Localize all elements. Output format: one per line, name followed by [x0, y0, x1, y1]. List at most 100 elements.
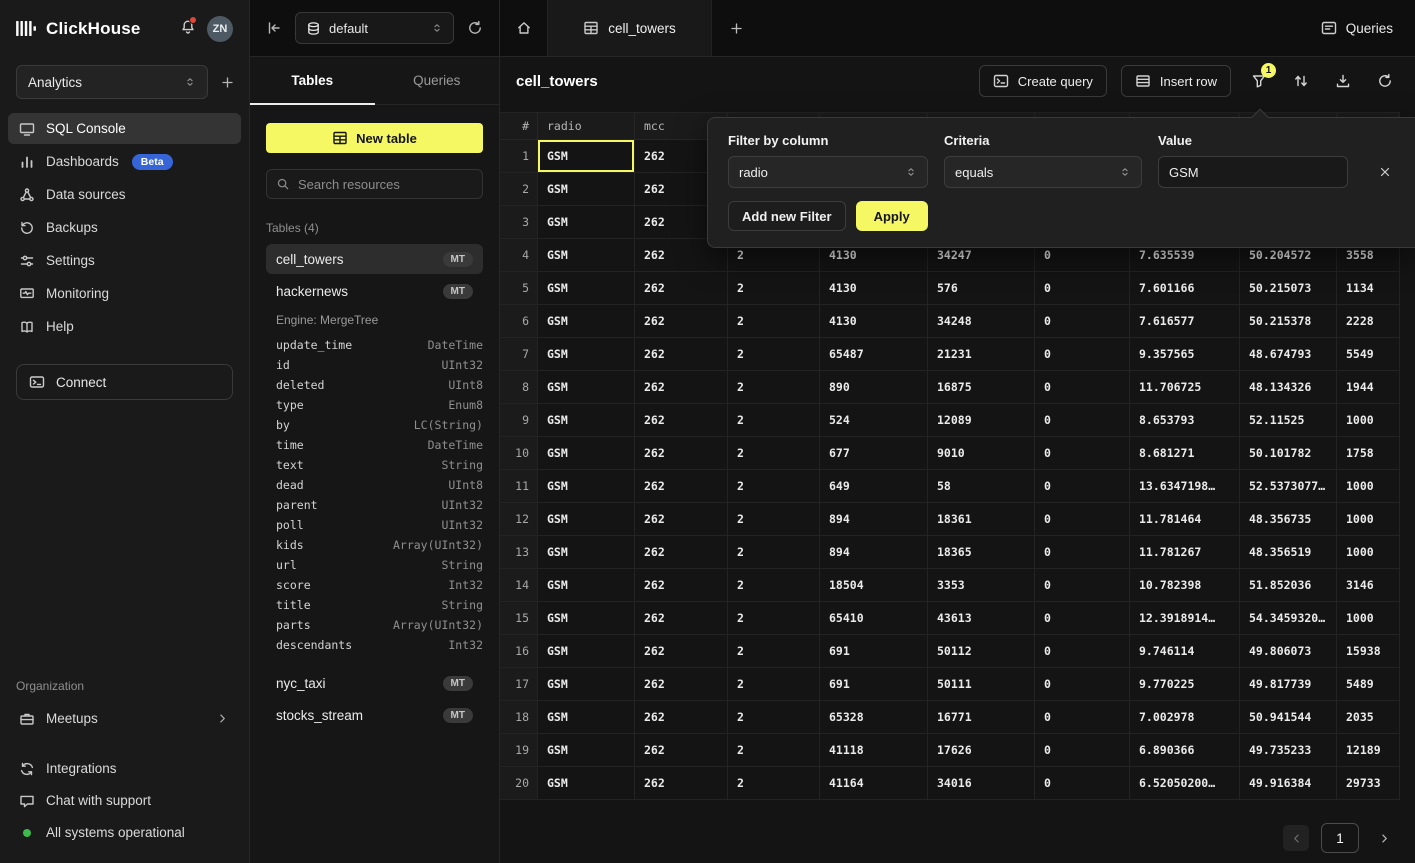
data-cell[interactable]: 21231 — [928, 338, 1035, 370]
data-cell[interactable]: 0 — [1035, 602, 1130, 634]
data-cell[interactable]: 29733 — [1337, 767, 1400, 799]
filter-column-select[interactable]: radio — [728, 156, 928, 188]
data-cell[interactable]: 1000 — [1337, 470, 1400, 502]
data-cell[interactable]: 1758 — [1337, 437, 1400, 469]
data-cell[interactable]: GSM — [538, 536, 635, 568]
data-cell[interactable]: 18361 — [928, 503, 1035, 535]
data-cell[interactable]: 262 — [635, 437, 728, 469]
data-cell[interactable]: 18365 — [928, 536, 1035, 568]
data-cell[interactable]: 34016 — [928, 767, 1035, 799]
prev-page-button[interactable] — [1283, 825, 1309, 851]
data-cell[interactable]: GSM — [538, 701, 635, 733]
data-cell[interactable]: 262 — [635, 404, 728, 436]
data-cell[interactable]: 576 — [928, 272, 1035, 304]
data-cell[interactable]: 6.52050200… — [1130, 767, 1240, 799]
data-cell[interactable]: GSM — [538, 602, 635, 634]
data-cell[interactable]: 16875 — [928, 371, 1035, 403]
search-input[interactable] — [298, 177, 473, 192]
data-cell[interactable]: 17626 — [928, 734, 1035, 766]
data-cell[interactable]: 262 — [635, 272, 728, 304]
data-cell[interactable]: GSM — [538, 173, 635, 205]
data-cell[interactable]: 41118 — [820, 734, 928, 766]
table-item-cell-towers[interactable]: cell_towersMT — [266, 244, 483, 274]
data-cell[interactable]: GSM — [538, 206, 635, 238]
add-new-filter-button[interactable]: Add new Filter — [728, 201, 846, 231]
sidebar-item-monitoring[interactable]: Monitoring — [8, 278, 241, 309]
data-cell[interactable]: 262 — [635, 569, 728, 601]
data-cell[interactable]: 11.781464 — [1130, 503, 1240, 535]
data-cell[interactable]: 2 — [728, 569, 820, 601]
sidebar-item-help[interactable]: Help — [8, 311, 241, 342]
sidebar-item-data-sources[interactable]: Data sources — [8, 179, 241, 210]
data-cell[interactable]: GSM — [538, 140, 635, 172]
queries-button[interactable]: Queries — [1321, 0, 1393, 56]
data-cell[interactable]: 2035 — [1337, 701, 1400, 733]
tab-queries[interactable]: Queries — [375, 57, 500, 104]
data-cell[interactable]: 894 — [820, 503, 928, 535]
data-cell[interactable]: 43613 — [928, 602, 1035, 634]
sidebar-item-all-systems-operational[interactable]: All systems operational — [8, 818, 241, 847]
data-cell[interactable]: 0 — [1035, 470, 1130, 502]
data-cell[interactable]: 262 — [635, 668, 728, 700]
filter-value-input[interactable] — [1158, 156, 1348, 188]
data-cell[interactable]: 50.215378 — [1240, 305, 1337, 337]
connect-button[interactable]: Connect — [16, 364, 233, 400]
data-cell[interactable]: 3146 — [1337, 569, 1400, 601]
data-cell[interactable]: 2 — [728, 272, 820, 304]
data-cell[interactable]: 0 — [1035, 701, 1130, 733]
data-cell[interactable]: 262 — [635, 635, 728, 667]
data-cell[interactable]: 2 — [728, 602, 820, 634]
current-page[interactable]: 1 — [1321, 823, 1359, 853]
data-cell[interactable]: 0 — [1035, 437, 1130, 469]
data-cell[interactable]: 41164 — [820, 767, 928, 799]
data-cell[interactable]: 18504 — [820, 569, 928, 601]
data-cell[interactable]: 2 — [728, 305, 820, 337]
data-cell[interactable]: 9.770225 — [1130, 668, 1240, 700]
data-cell[interactable]: 0 — [1035, 536, 1130, 568]
data-cell[interactable]: 1000 — [1337, 602, 1400, 634]
data-cell[interactable]: GSM — [538, 305, 635, 337]
data-cell[interactable]: 13.6347198… — [1130, 470, 1240, 502]
data-cell[interactable]: 0 — [1035, 272, 1130, 304]
data-cell[interactable]: 2 — [728, 767, 820, 799]
data-cell[interactable]: 0 — [1035, 569, 1130, 601]
data-cell[interactable]: 2 — [728, 437, 820, 469]
data-cell[interactable]: 262 — [635, 602, 728, 634]
data-cell[interactable]: 0 — [1035, 734, 1130, 766]
data-cell[interactable]: 54.3459320… — [1240, 602, 1337, 634]
data-cell[interactable]: 58 — [928, 470, 1035, 502]
sidebar-item-sql-console[interactable]: SQL Console — [8, 113, 241, 144]
data-cell[interactable]: 1134 — [1337, 272, 1400, 304]
sidebar-item-dashboards[interactable]: DashboardsBeta — [8, 146, 241, 177]
data-cell[interactable]: 34248 — [928, 305, 1035, 337]
table-item-stocks-stream[interactable]: stocks_streamMT — [266, 700, 483, 730]
data-cell[interactable]: 1000 — [1337, 536, 1400, 568]
insert-row-button[interactable]: Insert row — [1121, 65, 1231, 97]
data-cell[interactable]: 8.681271 — [1130, 437, 1240, 469]
data-cell[interactable]: 65410 — [820, 602, 928, 634]
download-button[interactable] — [1329, 67, 1357, 95]
data-cell[interactable]: 0 — [1035, 305, 1130, 337]
data-cell[interactable]: 0 — [1035, 338, 1130, 370]
data-cell[interactable]: 649 — [820, 470, 928, 502]
data-cell[interactable]: 677 — [820, 437, 928, 469]
data-cell[interactable]: 48.356735 — [1240, 503, 1337, 535]
database-select[interactable]: default — [295, 12, 454, 44]
data-cell[interactable]: 2 — [728, 635, 820, 667]
sidebar-item-meetups[interactable]: Meetups — [8, 703, 241, 734]
refresh-data-button[interactable] — [1371, 67, 1399, 95]
data-cell[interactable]: 52.5373077… — [1240, 470, 1337, 502]
data-cell[interactable]: 2 — [728, 701, 820, 733]
sidebar-item-backups[interactable]: Backups — [8, 212, 241, 243]
data-cell[interactable]: GSM — [538, 272, 635, 304]
data-cell[interactable]: 2 — [728, 668, 820, 700]
data-cell[interactable]: 262 — [635, 734, 728, 766]
data-cell[interactable]: GSM — [538, 239, 635, 271]
data-cell[interactable]: 1944 — [1337, 371, 1400, 403]
data-cell[interactable]: GSM — [538, 734, 635, 766]
data-cell[interactable]: 0 — [1035, 503, 1130, 535]
data-cell[interactable]: 9.357565 — [1130, 338, 1240, 370]
data-cell[interactable]: 691 — [820, 635, 928, 667]
data-cell[interactable]: 49.916384 — [1240, 767, 1337, 799]
table-item-hackernews[interactable]: hackernewsMT — [266, 276, 483, 306]
